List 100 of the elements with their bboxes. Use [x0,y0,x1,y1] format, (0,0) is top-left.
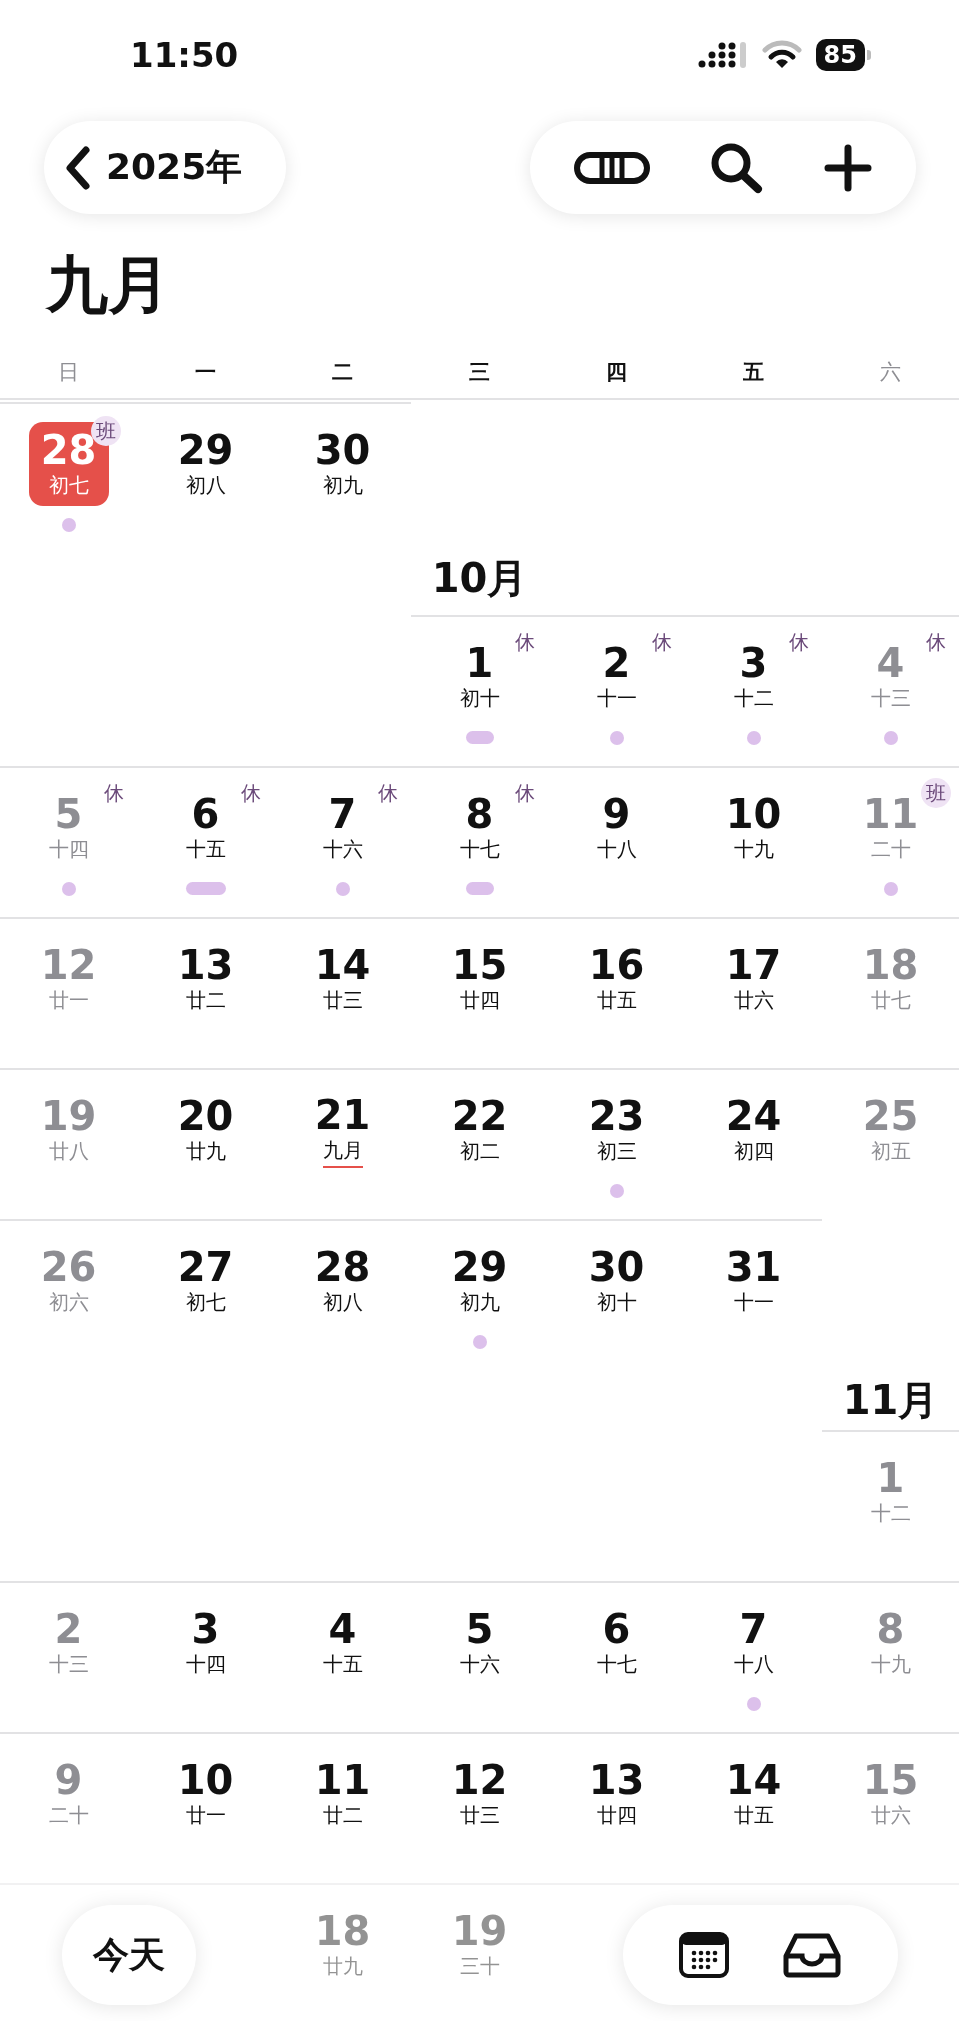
holiday-label: 休 [513,780,536,807]
day-number[interactable]: 3 [739,640,768,685]
event-dot [609,731,624,745]
day-number[interactable]: 28 [314,1244,371,1289]
lunar-date: 十五 [322,1650,363,1678]
lunar-date: 初八 [322,1288,363,1316]
calendar-icon[interactable] [679,1932,730,1978]
inbox-icon[interactable] [781,1932,842,1978]
lunar-date: 廿五 [733,1801,774,1829]
lunar-date: 十四 [185,1650,226,1678]
day-number[interactable]: 14 [314,942,371,987]
day-number[interactable]: 1 [465,640,494,685]
lunar-date: 三十 [459,1952,500,1980]
lunar-date: 十九 [870,1650,911,1678]
lunar-date: 廿九 [185,1137,226,1165]
lunar-date: 初四 [733,1137,774,1165]
day-number[interactable]: 10 [177,1757,234,1802]
month-heading: 10月 [431,554,528,603]
day-number[interactable]: 29 [177,427,234,472]
day-number[interactable]: 15 [451,942,508,987]
weekday-label: 四 [606,358,627,386]
lunar-date: 十六 [322,835,363,863]
day-number[interactable]: 24 [725,1093,782,1138]
day-number[interactable]: 9 [602,791,631,836]
lunar-date: 廿一 [185,1801,226,1829]
lunar-date: 十八 [733,1650,774,1678]
day-number[interactable]: 27 [177,1244,234,1289]
event-dot [61,882,76,896]
lunar-date: 初七 [48,471,89,499]
day-number[interactable]: 16 [588,942,645,987]
lunar-date: 廿六 [870,1801,911,1829]
lunar-date: 十九 [733,835,774,863]
event-dot [883,731,898,745]
month-heading: 11月 [842,1375,939,1425]
chevron-left-icon [64,144,92,191]
lunar-date: 廿六 [733,986,774,1014]
lunar-date: 初十 [459,684,500,712]
plus-icon[interactable] [824,143,873,192]
day-number[interactable]: 30 [588,1244,645,1289]
lunar-date: 十一 [733,1288,774,1316]
lunar-date: 初二 [459,1137,500,1165]
lunar-date: 初七 [185,1288,226,1316]
lunar-date: 十四 [48,835,89,863]
lunar-date: 廿八 [48,1137,89,1165]
day-number[interactable]: 29 [451,1244,508,1289]
weekday-label: 六 [880,358,901,386]
back-button[interactable]: 2025年 [44,121,286,214]
lunar-date: 初五 [870,1137,911,1165]
day-number[interactable]: 21 [314,1092,371,1137]
day-number[interactable]: 6 [602,1606,631,1651]
holiday-label: 休 [924,629,947,656]
status-time: 11:50 [130,35,239,75]
day-number[interactable]: 12 [451,1757,508,1802]
lunar-date: 廿一 [48,986,89,1014]
weekday-label: 日 [58,358,79,386]
event-dot [746,1697,761,1711]
day-number[interactable]: 13 [177,942,234,987]
event-dot [883,882,898,896]
holiday-badge: 班 [920,778,951,808]
day-number[interactable]: 20 [177,1093,234,1138]
day-number[interactable]: 5 [465,1606,494,1651]
day-number[interactable]: 31 [725,1244,782,1289]
lunar-date: 廿二 [322,1801,363,1829]
day-number[interactable]: 14 [725,1757,782,1802]
signal-icon [697,42,748,68]
day-number[interactable]: 6 [191,791,220,836]
lunar-date: 十七 [596,1650,637,1678]
lunar-date: 廿七 [870,986,911,1014]
day-number[interactable]: 22 [451,1093,508,1138]
holiday-label: 休 [513,629,536,656]
weekday-label: 三 [469,358,490,386]
lunar-date: 初九 [322,471,363,499]
weekday-label: 五 [743,358,764,386]
day-number[interactable]: 13 [588,1757,645,1802]
lunar-date: 初六 [48,1288,89,1316]
day-number[interactable]: 23 [588,1093,645,1138]
lunar-date: 九月 [322,1136,363,1168]
lunar-date: 十六 [459,1650,500,1678]
lunar-date: 十二 [870,1499,911,1527]
holiday-label: 休 [102,780,125,807]
wifi-icon [761,40,802,70]
lunar-date: 廿四 [596,1801,637,1829]
day-number[interactable]: 4 [328,1606,357,1651]
day-number[interactable]: 7 [739,1606,768,1651]
today-button[interactable]: 今天 [62,1905,196,2005]
weekday-label: 二 [332,358,353,386]
weekday-label: 一 [195,358,216,386]
day-number[interactable]: 7 [328,791,357,836]
lunar-date: 二十 [48,1801,89,1829]
lunar-date: 十三 [48,1650,89,1678]
day-number[interactable]: 2 [602,640,631,685]
day-number[interactable]: 10 [725,791,782,836]
lunar-date: 廿二 [185,986,226,1014]
lunar-date: 十八 [596,835,637,863]
capsule-icon[interactable] [573,151,650,184]
day-number[interactable]: 11 [314,1757,371,1802]
day-number[interactable]: 3 [191,1606,220,1651]
day-number[interactable]: 30 [314,427,371,472]
day-number[interactable]: 17 [725,942,782,987]
day-number[interactable]: 8 [465,791,494,836]
